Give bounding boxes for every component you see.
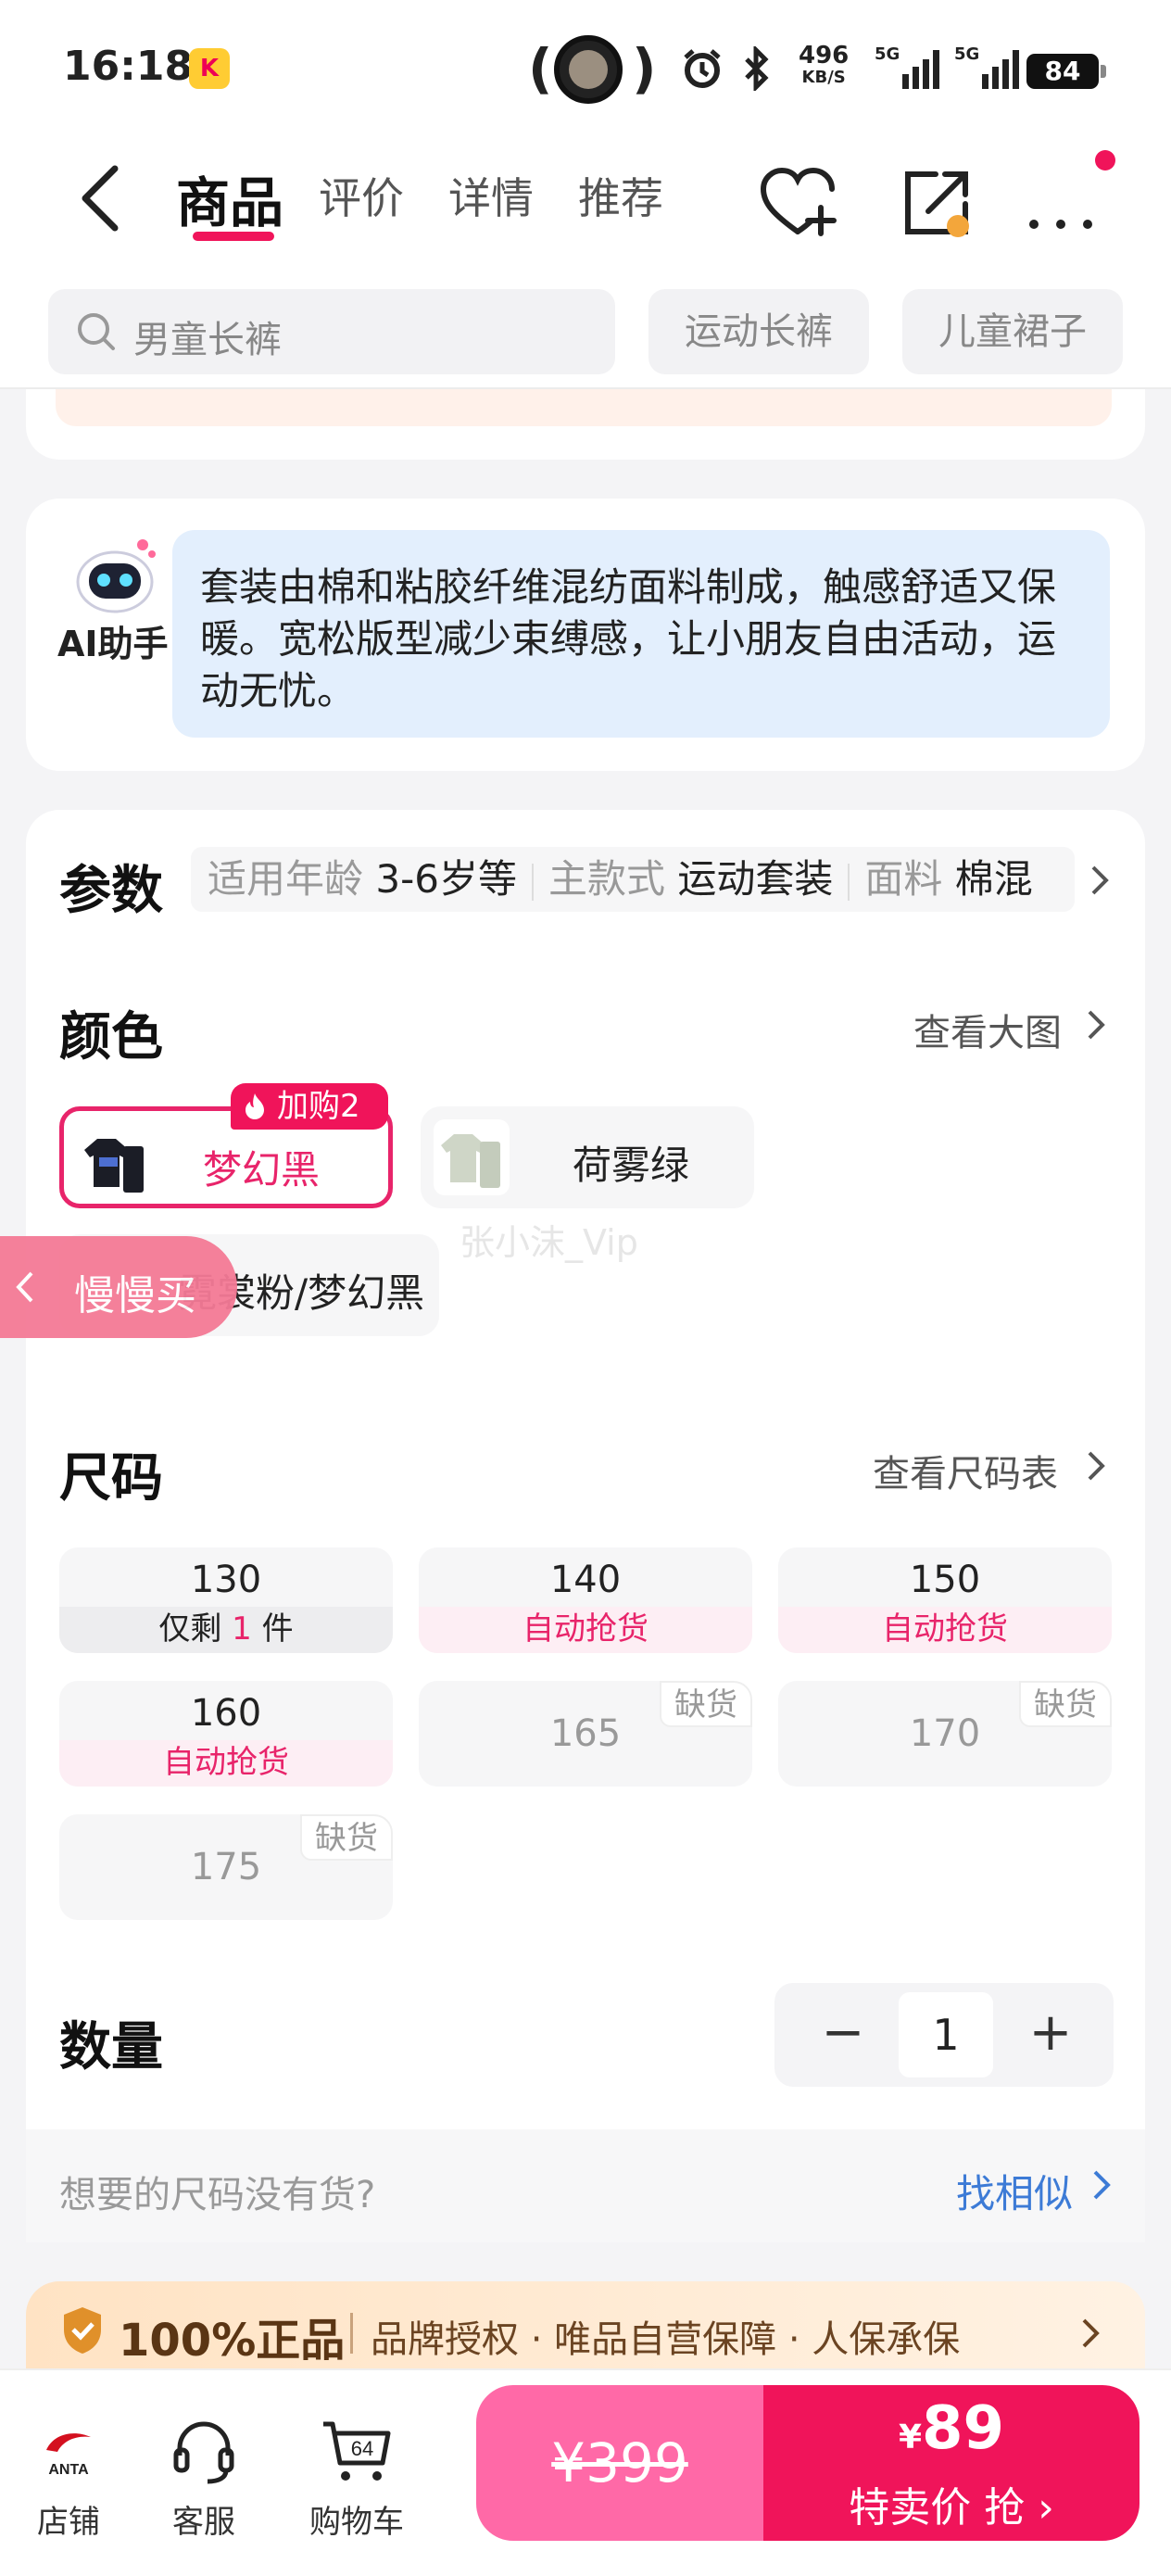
quantity-plus-button[interactable]: +	[995, 1983, 1106, 2087]
buy-button[interactable]: ¥399 ¥89 特卖价 抢 ›	[476, 2385, 1140, 2541]
size-option-160[interactable]: 160 自动抢货	[59, 1681, 393, 1787]
anta-logo-icon: ANTA	[46, 2433, 91, 2478]
no-stock-question: 想要的尺码没有货?	[59, 2174, 376, 2216]
params-chevron-icon[interactable]	[1086, 862, 1114, 899]
back-arrow-icon[interactable]	[72, 161, 137, 235]
size-chart-link[interactable]: 查看尺码表	[873, 1444, 1058, 1497]
signal-1-icon: 5G	[875, 44, 941, 89]
svg-text:ANTA: ANTA	[48, 2462, 89, 2478]
no-stock-bar: 想要的尺码没有货? 找相似	[26, 2129, 1145, 2242]
headset-icon	[173, 2421, 234, 2484]
camera-island: ( )	[528, 32, 657, 109]
size-title: 尺码	[59, 1448, 163, 1509]
color-option-mist-green[interactable]: 荷雾绿	[421, 1106, 754, 1208]
size-chart-chevron-icon[interactable]	[1082, 1447, 1110, 1484]
out-of-stock-tag: 缺货	[660, 1681, 752, 1727]
divider	[350, 2313, 353, 2354]
size-option-140[interactable]: 140 自动抢货	[419, 1547, 752, 1653]
svg-text:64: 64	[351, 2437, 373, 2460]
quantity-stepper: − 1 +	[774, 1983, 1114, 2087]
auto-grab-note: 自动抢货	[419, 1607, 752, 1653]
search-chip-kids-skirt[interactable]: 儿童裙子	[902, 289, 1123, 374]
quantity-minus-button[interactable]: −	[787, 1983, 899, 2087]
customer-service-button[interactable]: 客服	[148, 2413, 259, 2542]
chevron-left-icon	[16, 1271, 33, 1303]
color-thumbnail	[434, 1119, 510, 1195]
deal-price: ¥89	[898, 2394, 1005, 2463]
store-button[interactable]: ANTA 店铺	[13, 2413, 124, 2542]
size-option-170[interactable]: 170 缺货	[778, 1681, 1112, 1787]
ai-summary-text: 套装由棉和粘胶纤维混纺面料制成，触感舒适又保暖。宽松版型减少束缚感，让小朋友自由…	[172, 530, 1110, 738]
more-menu-icon[interactable]	[1019, 161, 1102, 245]
color-option-dream-black[interactable]: 梦幻黑 加购2千+	[59, 1083, 393, 1208]
app-notification-icon: K	[189, 48, 230, 89]
view-large-chevron-icon[interactable]	[1082, 1006, 1110, 1043]
view-large-image-link[interactable]: 查看大图	[913, 1003, 1062, 1056]
active-tab-indicator	[193, 232, 274, 241]
cart-button[interactable]: 64 购物车	[296, 2413, 417, 2542]
auto-grab-note: 自动抢货	[778, 1607, 1112, 1653]
top-nav: 商品 评价 详情 推荐	[0, 139, 1171, 259]
authenticity-chevron-icon[interactable]	[1077, 2315, 1104, 2352]
color-title: 颜色	[59, 1007, 163, 1067]
bluetooth-icon	[745, 46, 769, 91]
hot-badge: 加购2千+	[231, 1083, 388, 1171]
color-label: 荷雾绿	[573, 1143, 690, 1188]
price-tracker-label: 慢慢买	[74, 1272, 196, 1320]
alarm-icon	[684, 49, 721, 88]
out-of-stock-tag: 缺货	[300, 1814, 393, 1861]
previous-card-banner	[56, 389, 1112, 426]
out-of-stock-tag: 缺货	[1019, 1681, 1112, 1727]
share-icon[interactable]	[895, 161, 978, 245]
search-icon	[78, 313, 115, 350]
tab-goods[interactable]: 商品	[176, 159, 283, 237]
ai-assistant-card: AI助手 套装由棉和粘胶纤维混纺面料制成，触感舒适又保暖。宽松版型减少束缚感，让…	[26, 499, 1145, 771]
price-tracker-pill[interactable]: 慢慢买	[0, 1236, 237, 1338]
find-similar-link[interactable]: 找相似	[956, 2163, 1073, 2219]
tab-details[interactable]: 详情	[448, 165, 534, 226]
ai-assistant-label: AI助手	[57, 624, 169, 664]
params-summary[interactable]: 适用年龄 3-6岁等 主款式 运动套装 面料 棉混	[191, 847, 1075, 912]
battery-icon: 84	[1026, 54, 1106, 89]
authenticity-headline: 100%正品	[119, 2315, 346, 2367]
tab-recommend[interactable]: 推荐	[578, 165, 663, 226]
deal-cta-label: 特卖价 抢 ›	[849, 2484, 1054, 2532]
notification-dot	[1095, 150, 1115, 170]
search-row: 男童长裤 运动长裤 儿童裙子	[0, 259, 1171, 389]
signal-2-icon: 5G	[954, 44, 1021, 89]
stock-note: 仅剩 1 件	[59, 1607, 393, 1653]
favorite-add-icon[interactable]	[756, 161, 839, 245]
shopping-cart-icon: 64	[323, 2421, 391, 2481]
shield-icon	[64, 2307, 101, 2354]
auto-grab-note: 自动抢货	[59, 1740, 393, 1787]
color-thumbnail	[77, 1124, 153, 1200]
bottom-action-bar: ANTA 店铺 客服 64 购物车 ¥399 ¥89 特卖价 抢 ›	[0, 2368, 1171, 2576]
authenticity-details: 品牌授权 · 唯品自营保障 · 人保承保	[371, 2318, 961, 2361]
tab-reviews[interactable]: 评价	[319, 165, 404, 226]
camera-icon	[554, 35, 623, 104]
find-similar-chevron-icon[interactable]	[1088, 2166, 1115, 2203]
size-option-175[interactable]: 175 缺货	[59, 1814, 393, 1920]
size-option-165[interactable]: 165 缺货	[419, 1681, 752, 1787]
size-option-130[interactable]: 130 仅剩 1 件	[59, 1547, 393, 1653]
network-speed: 496 KB/S	[799, 42, 850, 87]
quantity-input[interactable]: 1	[899, 1992, 993, 2077]
search-placeholder: 男童长裤	[133, 319, 282, 361]
flame-icon	[246, 1093, 264, 1119]
params-title: 参数	[59, 861, 163, 921]
quantity-title: 数量	[59, 2017, 163, 2077]
search-input[interactable]: 男童长裤	[48, 289, 615, 374]
status-bar: 16:18 K ( ) 496 KB/S 5G 5G 84	[0, 0, 1171, 139]
watermark: 张小沫_Vip	[460, 1222, 638, 1263]
size-option-150[interactable]: 150 自动抢货	[778, 1547, 1112, 1653]
original-price: ¥399	[476, 2385, 763, 2541]
deal-price-button[interactable]: ¥89 特卖价 抢 ›	[763, 2385, 1140, 2541]
search-chip-sport-pants[interactable]: 运动长裤	[648, 289, 869, 374]
spec-selection-card: 参数 适用年龄 3-6岁等 主款式 运动套装 面料 棉混 颜色 查看大图 梦幻黑 加…	[26, 810, 1145, 2242]
status-time: 16:18	[63, 43, 194, 90]
robot-icon	[76, 539, 156, 613]
